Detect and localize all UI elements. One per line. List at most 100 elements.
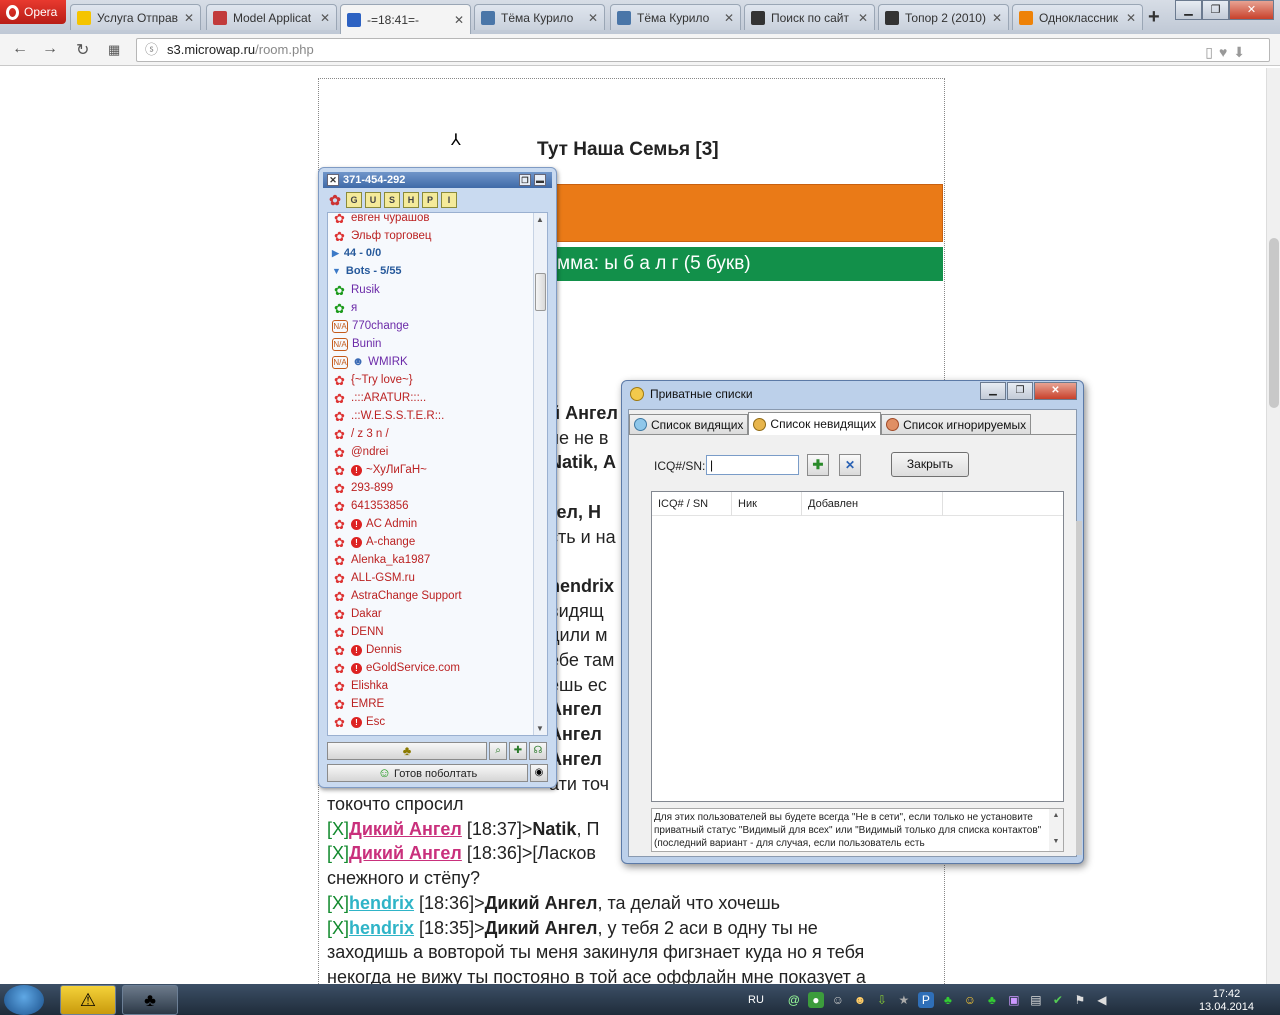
- contact-item[interactable]: ✿ 293-899: [332, 479, 393, 497]
- tray-network-icon[interactable]: ▤: [1028, 992, 1044, 1008]
- contact-item[interactable]: ✿ AstraChange Support: [332, 587, 462, 605]
- qip-toolbar-i-icon[interactable]: I: [441, 192, 457, 208]
- taskbar-clock[interactable]: 17:42 13.04.2014: [1199, 988, 1254, 1014]
- dialog-close-button[interactable]: ✕: [1034, 382, 1077, 400]
- remove-from-list-button[interactable]: ✕: [839, 454, 861, 476]
- kick-link[interactable]: [X]: [327, 893, 349, 913]
- qip-toolbar-p-icon[interactable]: P: [422, 192, 438, 208]
- speed-dial-grid-icon[interactable]: ▦: [108, 42, 120, 58]
- contact-item[interactable]: ✿! ~ХуЛиГаН~: [332, 461, 427, 479]
- close-window-button[interactable]: ✕: [1229, 0, 1274, 20]
- browser-tab[interactable]: Тёма Курило ✕: [474, 4, 605, 30]
- contact-item[interactable]: ✿ ALL-GSM.ru: [332, 569, 415, 587]
- status-button[interactable]: ☺ Готов поболтать: [327, 764, 528, 782]
- contact-item[interactable]: N/A ☻ WMIRK: [332, 353, 408, 371]
- add-contact-icon[interactable]: ✚: [509, 742, 527, 760]
- group-collapsed-icon[interactable]: ▶: [332, 248, 339, 259]
- tray-action-center-icon[interactable]: ⚑: [1072, 992, 1088, 1008]
- qip-toolbar-u-icon[interactable]: U: [365, 192, 381, 208]
- tray-cat-icon[interactable]: ☻: [852, 992, 868, 1008]
- column-icq[interactable]: ICQ# / SN: [652, 492, 732, 516]
- back-arrow-icon[interactable]: ←: [12, 40, 28, 58]
- contact-item[interactable]: ✿ евген чурашов: [332, 213, 429, 227]
- tray-star-icon[interactable]: ★: [896, 992, 912, 1008]
- tray-clover-icon[interactable]: ♣: [940, 992, 956, 1008]
- heart-icon[interactable]: ♥: [1219, 44, 1233, 60]
- tray-green-icon[interactable]: ●: [807, 992, 824, 1008]
- tray-clover2-icon[interactable]: ♣: [984, 992, 1000, 1008]
- maximize-button[interactable]: ❐: [1202, 0, 1229, 20]
- contact-item[interactable]: ✿ .::W.E.S.S.T.E.R::.: [332, 407, 444, 425]
- qip-restore-button[interactable]: ❐: [519, 174, 531, 186]
- taskbar-qip-icon[interactable]: ♣: [122, 985, 178, 1015]
- icq-input[interactable]: |: [706, 455, 799, 475]
- contact-item[interactable]: N/A 770change: [332, 317, 409, 335]
- browser-tab[interactable]: -=18:41=- ✕: [340, 4, 471, 34]
- kick-link[interactable]: [X]: [327, 819, 349, 839]
- tray-volume-icon[interactable]: ◀: [1094, 992, 1110, 1008]
- qip-toolbar-s-icon[interactable]: S: [384, 192, 400, 208]
- contact-item[interactable]: N/A Bunin: [332, 335, 381, 353]
- tab-close-icon[interactable]: ✕: [992, 11, 1002, 25]
- browser-tab[interactable]: Одноклассник ✕: [1012, 4, 1143, 30]
- tray-p-icon[interactable]: P: [917, 992, 934, 1008]
- language-indicator[interactable]: RU: [748, 994, 764, 1006]
- tab-ignore-list[interactable]: Список игнорируемых: [881, 414, 1032, 434]
- browser-tab[interactable]: Поиск по сайт ✕: [744, 4, 875, 30]
- close-button[interactable]: Закрыть: [891, 452, 969, 477]
- contact-item[interactable]: ✿! A-change: [332, 533, 415, 551]
- scroll-down-icon[interactable]: ▼: [536, 724, 544, 733]
- contact-item[interactable]: ✿ Rusik: [332, 281, 380, 299]
- page-tools-icon[interactable]: ▯: [1205, 44, 1219, 60]
- note-scrollbar[interactable]: ▲ ▼: [1049, 809, 1063, 851]
- tab-close-icon[interactable]: ✕: [454, 13, 464, 27]
- add-to-list-button[interactable]: ✚: [807, 454, 829, 476]
- tab-close-icon[interactable]: ✕: [588, 11, 598, 25]
- tray-at-icon[interactable]: @: [786, 992, 802, 1008]
- sound-icon[interactable]: ☊: [529, 742, 547, 760]
- contact-item[interactable]: ✿ Elishka: [332, 677, 388, 695]
- tray-user-icon[interactable]: ☺: [830, 992, 846, 1008]
- new-tab-button[interactable]: +: [1148, 6, 1160, 29]
- invisible-list-table[interactable]: ICQ# / SN Ник Добавлен: [651, 491, 1064, 802]
- qip-minimize-button[interactable]: ▬: [534, 174, 546, 186]
- contact-item[interactable]: ✿! AC Admin: [332, 515, 417, 533]
- qip-title-bar[interactable]: ✕ 371-454-292 ❐ ▬: [323, 172, 552, 188]
- contact-group[interactable]: ▶ 44 - 0/0: [332, 247, 381, 259]
- browser-tab[interactable]: Тёма Курило ✕: [610, 4, 741, 30]
- dialog-title-bar[interactable]: Приватные списки: [630, 387, 753, 401]
- site-info-icon[interactable]: ⓢ: [145, 39, 158, 61]
- column-added[interactable]: Добавлен: [802, 492, 943, 516]
- start-button[interactable]: [4, 985, 44, 1015]
- qip-close-button[interactable]: ✕: [327, 174, 339, 186]
- tab-close-icon[interactable]: ✕: [184, 11, 194, 25]
- reload-icon[interactable]: ↻: [76, 40, 89, 60]
- tab-close-icon[interactable]: ✕: [320, 11, 330, 25]
- search-contact-icon[interactable]: ⌕: [489, 742, 507, 760]
- chat-nick[interactable]: hendrix: [349, 893, 414, 913]
- contact-list-scrollbar[interactable]: ▲ ▼: [533, 213, 547, 735]
- tray-monitor-icon[interactable]: ▣: [1006, 992, 1022, 1008]
- tab-close-icon[interactable]: ✕: [858, 11, 868, 25]
- contact-item[interactable]: ✿ EMRE: [332, 695, 384, 713]
- minimize-button[interactable]: ▁: [1175, 0, 1202, 20]
- tab-close-icon[interactable]: ✕: [724, 11, 734, 25]
- main-menu-button[interactable]: ♣: [327, 742, 487, 760]
- kick-link[interactable]: [X]: [327, 843, 349, 863]
- tray-arrow-icon[interactable]: ⇩: [874, 992, 890, 1008]
- contact-item[interactable]: ✿! Dennis: [332, 641, 402, 659]
- taskbar-warning-app-icon[interactable]: ⚠: [60, 985, 116, 1015]
- page-scrollbar[interactable]: [1266, 68, 1280, 984]
- chat-nick[interactable]: Дикий Ангел: [349, 843, 462, 863]
- dialog-maximize-button[interactable]: ❐: [1007, 382, 1033, 400]
- contact-item[interactable]: ✿ @ndrei: [332, 443, 388, 461]
- group-expanded-icon[interactable]: ▼: [332, 266, 341, 276]
- forward-arrow-icon[interactable]: →: [42, 40, 58, 58]
- contact-item[interactable]: ✿ 641353856: [332, 497, 409, 515]
- page-scroll-thumb[interactable]: [1269, 238, 1279, 408]
- browser-tab[interactable]: Топор 2 (2010) ✕: [878, 4, 1009, 30]
- contact-list-scroll-thumb[interactable]: [535, 273, 546, 311]
- scroll-up-icon[interactable]: ▲: [536, 215, 544, 224]
- tray-check-icon[interactable]: ✔: [1050, 992, 1066, 1008]
- contact-item[interactable]: ✿! Esc: [332, 713, 385, 731]
